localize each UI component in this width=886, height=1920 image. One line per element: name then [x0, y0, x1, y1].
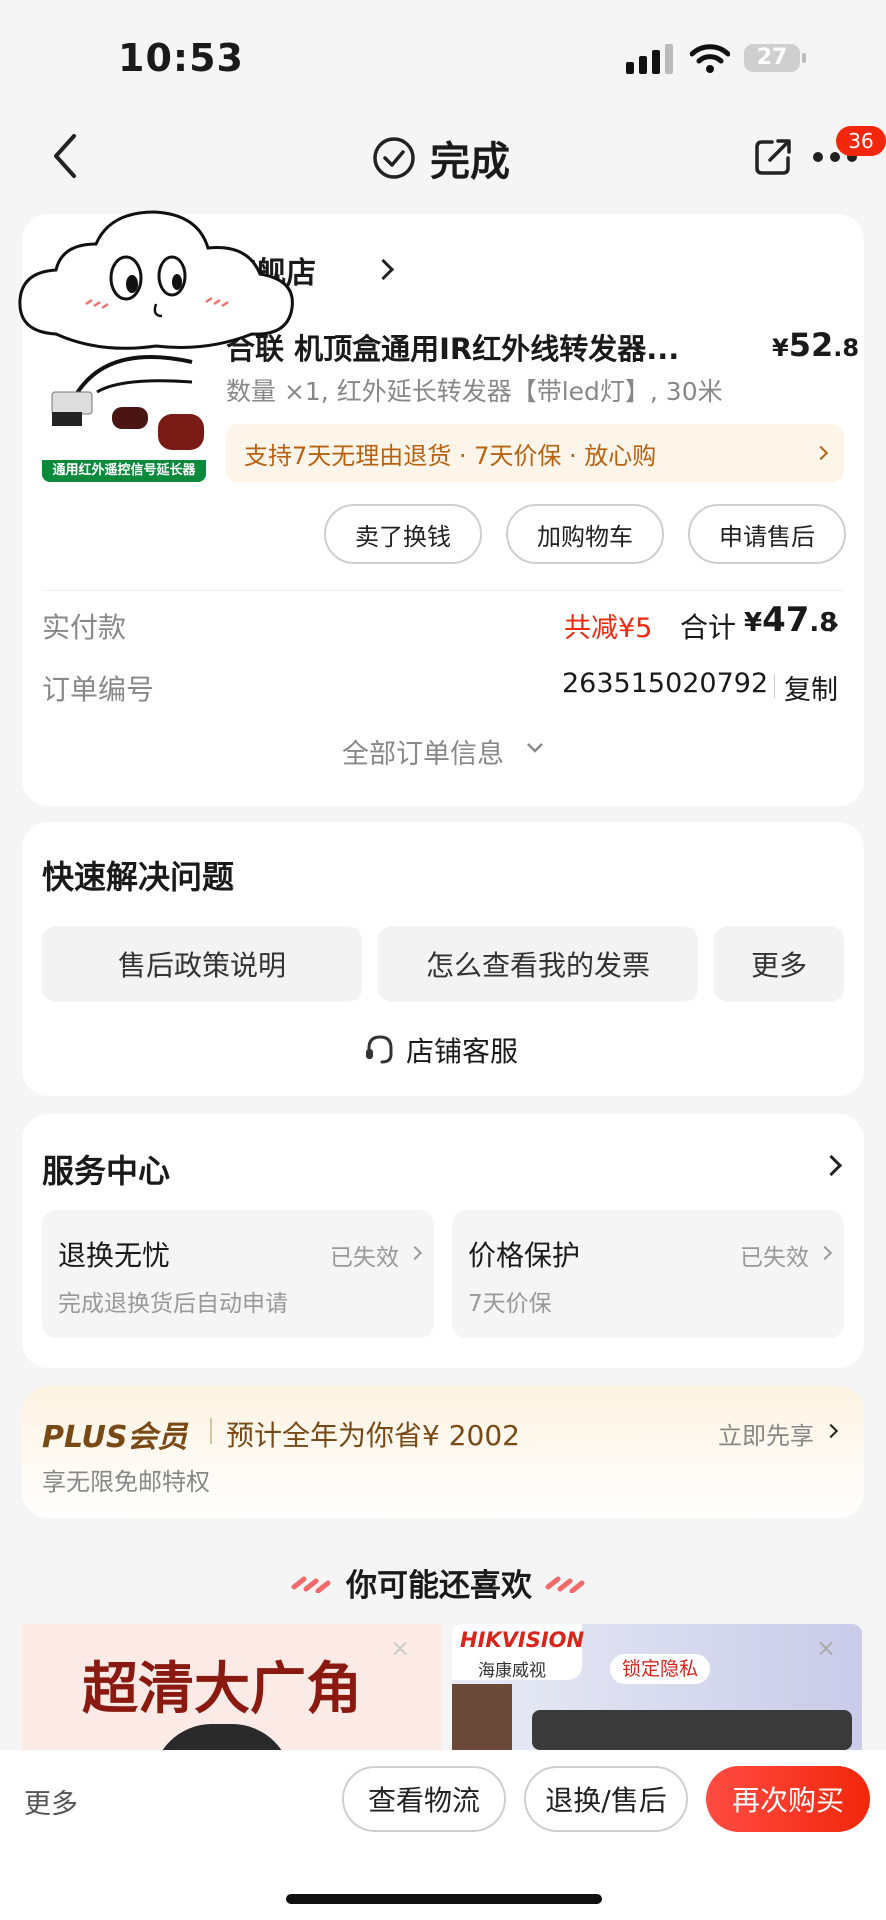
plus-divider [210, 1418, 212, 1444]
left-decor-icon [291, 1576, 331, 1593]
promo-chevron-icon [813, 445, 829, 461]
service-item-chevron-icon [817, 1245, 833, 1261]
total-prefix: ¥ [744, 608, 763, 638]
paid-label: 实付款 [42, 611, 127, 644]
price-protect-item[interactable]: 价格保护 已失效 7天价保 [452, 1210, 844, 1338]
cloud-sticker-icon [18, 210, 294, 350]
signal-icon [626, 44, 673, 74]
back-icon[interactable] [48, 132, 82, 180]
close-icon[interactable]: × [390, 1634, 410, 1662]
webcam-image [532, 1710, 852, 1750]
close-icon[interactable]: × [816, 1634, 836, 1662]
page-title: 完成 [430, 139, 510, 185]
recommend-item-1[interactable]: 超清大广角 × [22, 1624, 442, 1750]
notification-badge: 36 [836, 126, 886, 156]
rebuy-button[interactable]: 再次购买 [706, 1766, 870, 1832]
add-cart-button[interactable]: 加购物车 [506, 504, 664, 564]
service-item-desc: 7天价保 [468, 1291, 552, 1317]
total-amount[interactable]: ¥47.8 [744, 600, 837, 640]
recommend-camera-image [152, 1724, 292, 1750]
share-icon[interactable] [752, 136, 794, 178]
return-aftersale-button[interactable]: 退换/售后 [524, 1766, 688, 1832]
return-worry-free-item[interactable]: 退换无忧 已失效 完成退换货后自动申请 [42, 1210, 434, 1338]
recommend-item-2[interactable]: HIKVISION 海康威视 锁定隐私 × [452, 1624, 862, 1750]
view-logistics-button[interactable]: 查看物流 [342, 1766, 506, 1832]
brand-logo: HIKVISION [460, 1628, 585, 1652]
page-title-wrap: 完成 [372, 132, 510, 185]
discount-text: 共减¥5 [564, 613, 653, 644]
service-item-chevron-icon [407, 1245, 423, 1261]
battery-cap [802, 53, 806, 63]
copy-divider [774, 674, 775, 698]
price-prefix: ¥ [772, 334, 789, 362]
recommend-header: 你可能还喜欢 [290, 1560, 588, 1605]
total-int: 47 [762, 600, 810, 640]
service-item-title: 价格保护 [468, 1239, 581, 1272]
copy-button[interactable]: 复制 [784, 668, 838, 707]
product-image-banner: 通用红外遥控信号延长器 [42, 460, 206, 482]
brand-cn: 海康威视 [478, 1661, 546, 1681]
right-decor-icon [545, 1576, 585, 1593]
divider [42, 590, 844, 591]
plus-saving-text: 预计全年为你省¥ 2002 [226, 1419, 520, 1452]
privacy-tag: 锁定隐私 [610, 1654, 711, 1684]
battery-icon: 27 [744, 44, 800, 72]
service-item-title: 退换无忧 [58, 1239, 171, 1272]
chevron-down-icon [527, 743, 543, 753]
all-order-info-link[interactable]: 全部订单信息 [342, 732, 504, 771]
check-circle-icon [373, 137, 415, 179]
promo-banner[interactable]: 支持7天无理由退货 · 7天价保 · 放心购 [226, 424, 844, 482]
wifi-icon [690, 44, 730, 73]
headset-icon [366, 1035, 393, 1064]
plus-sub-text: 享无限免邮特权 [42, 1468, 210, 1496]
total-label: 合计 [680, 611, 737, 644]
bottom-more-button[interactable]: 更多 [24, 1782, 78, 1821]
service-item-status: 已失效 [740, 1245, 809, 1271]
recommend-item-text: 超清大广角 [82, 1657, 362, 1722]
product-spec: 数量 ×1, 红外延长转发器【带led灯】, 30米 [226, 377, 723, 406]
sell-button[interactable]: 卖了换钱 [324, 504, 482, 564]
after-sale-button[interactable]: 申请售后 [688, 504, 846, 564]
promo-text: 支持7天无理由退货 · 7天价保 · 放心购 [244, 442, 657, 470]
service-center-title[interactable]: 服务中心 [42, 1146, 170, 1192]
more-help-button[interactable]: 更多 [714, 926, 844, 1002]
plus-join-link[interactable]: 立即先享 [718, 1416, 814, 1451]
after-sale-policy-button[interactable]: 售后政策说明 [42, 926, 362, 1002]
order-no-label: 订单编号 [42, 673, 155, 706]
status-time: 10:53 [118, 36, 244, 80]
service-item-status: 已失效 [330, 1245, 399, 1271]
store-service-label: 店铺客服 [406, 1035, 519, 1068]
plus-brand: PLUS会员 [42, 1420, 188, 1455]
product-price: ¥52.8 [772, 326, 859, 364]
order-number: 263515020792 [562, 668, 769, 699]
store-service-link[interactable]: 店铺客服 [362, 1030, 518, 1070]
quick-title: 快速解决问题 [42, 858, 235, 896]
person-image [452, 1684, 512, 1750]
price-dec: .8 [833, 334, 860, 362]
invoice-help-button[interactable]: 怎么查看我的发票 [378, 926, 698, 1002]
recommend-title: 你可能还喜欢 [346, 1568, 532, 1604]
product-title[interactable]: 合联 机顶盒通用IR红外线转发器... [226, 326, 726, 368]
home-indicator [286, 1894, 602, 1904]
price-int: 52 [788, 326, 834, 364]
service-item-desc: 完成退换货后自动申请 [58, 1291, 288, 1317]
